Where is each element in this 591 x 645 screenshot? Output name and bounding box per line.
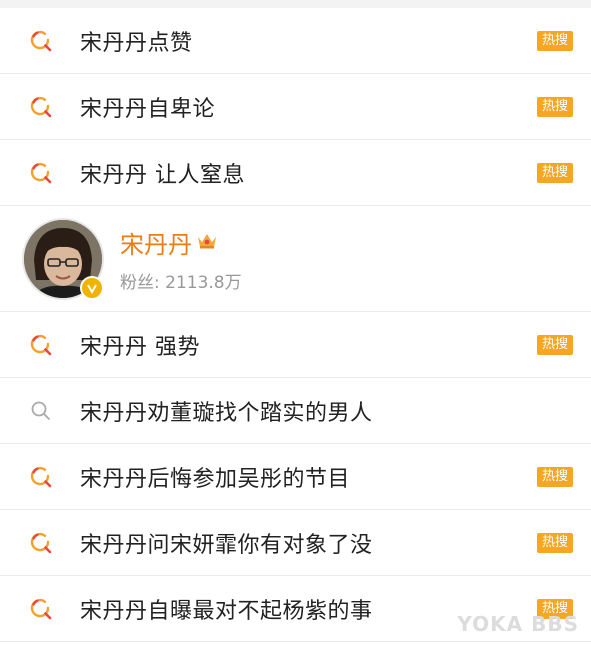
search-suggestion-text: 宋丹丹 让人窒息 xyxy=(80,162,245,188)
user-result-row[interactable]: 宋丹丹 粉丝: 2113.8万 xyxy=(0,206,591,312)
top-divider xyxy=(0,0,591,8)
search-suggestion-item[interactable]: 宋丹丹问宋妍霏你有对象了没 热搜 xyxy=(0,510,591,576)
verified-badge-icon xyxy=(80,275,104,300)
search-suggestion-item[interactable]: 宋丹丹自卑论 热搜 xyxy=(0,74,591,140)
avatar[interactable] xyxy=(22,217,104,300)
search-suggestion-item[interactable]: 宋丹丹点赞 热搜 xyxy=(0,8,591,74)
search-icon xyxy=(26,396,56,426)
search-suggestion-item[interactable]: 宋丹丹后悔参加吴彤的节目 热搜 xyxy=(0,444,591,510)
hot-badge: 热搜 xyxy=(536,162,573,183)
search-suggestion-text: 宋丹丹后悔参加吴彤的节目 xyxy=(80,466,351,492)
hot-search-icon xyxy=(26,26,56,56)
search-suggestion-item[interactable]: 宋丹丹劝董璇找个踏实的男人 xyxy=(0,378,591,444)
hot-search-icon xyxy=(26,330,56,360)
search-suggestion-text: 宋丹丹自卑论 xyxy=(80,96,216,122)
hot-search-icon xyxy=(26,462,56,492)
search-suggestion-text: 宋丹丹劝董璇找个踏实的男人 xyxy=(80,400,373,426)
user-name-text: 宋丹丹 xyxy=(120,230,192,259)
hot-search-icon xyxy=(26,92,56,122)
hot-badge: 热搜 xyxy=(536,532,573,553)
hot-search-icon xyxy=(26,158,56,188)
search-suggestion-text: 宋丹丹问宋妍霏你有对象了没 xyxy=(80,532,373,558)
search-suggestion-item[interactable]: 宋丹丹 让人窒息 热搜 xyxy=(0,140,591,206)
search-suggestion-list: 宋丹丹点赞 热搜 宋丹丹自卑论 热搜 宋丹丹 让人窒息 热搜 宋丹丹 粉丝: 2… xyxy=(0,8,591,642)
hot-search-icon xyxy=(26,528,56,558)
hot-search-icon xyxy=(26,594,56,624)
hot-badge: 热搜 xyxy=(536,96,573,117)
watermark: YOKA BBS xyxy=(457,612,579,636)
crown-icon xyxy=(196,228,218,256)
hot-badge: 热搜 xyxy=(536,466,573,487)
search-suggestion-text: 宋丹丹点赞 xyxy=(80,30,193,56)
user-info: 宋丹丹 粉丝: 2113.8万 xyxy=(120,225,242,293)
fans-count: 粉丝: 2113.8万 xyxy=(120,272,242,293)
search-suggestion-text: 宋丹丹 强势 xyxy=(80,334,200,360)
hot-badge: 热搜 xyxy=(536,30,573,51)
hot-badge: 热搜 xyxy=(536,334,573,355)
user-name[interactable]: 宋丹丹 xyxy=(120,225,242,260)
search-suggestion-item[interactable]: 宋丹丹 强势 热搜 xyxy=(0,312,591,378)
